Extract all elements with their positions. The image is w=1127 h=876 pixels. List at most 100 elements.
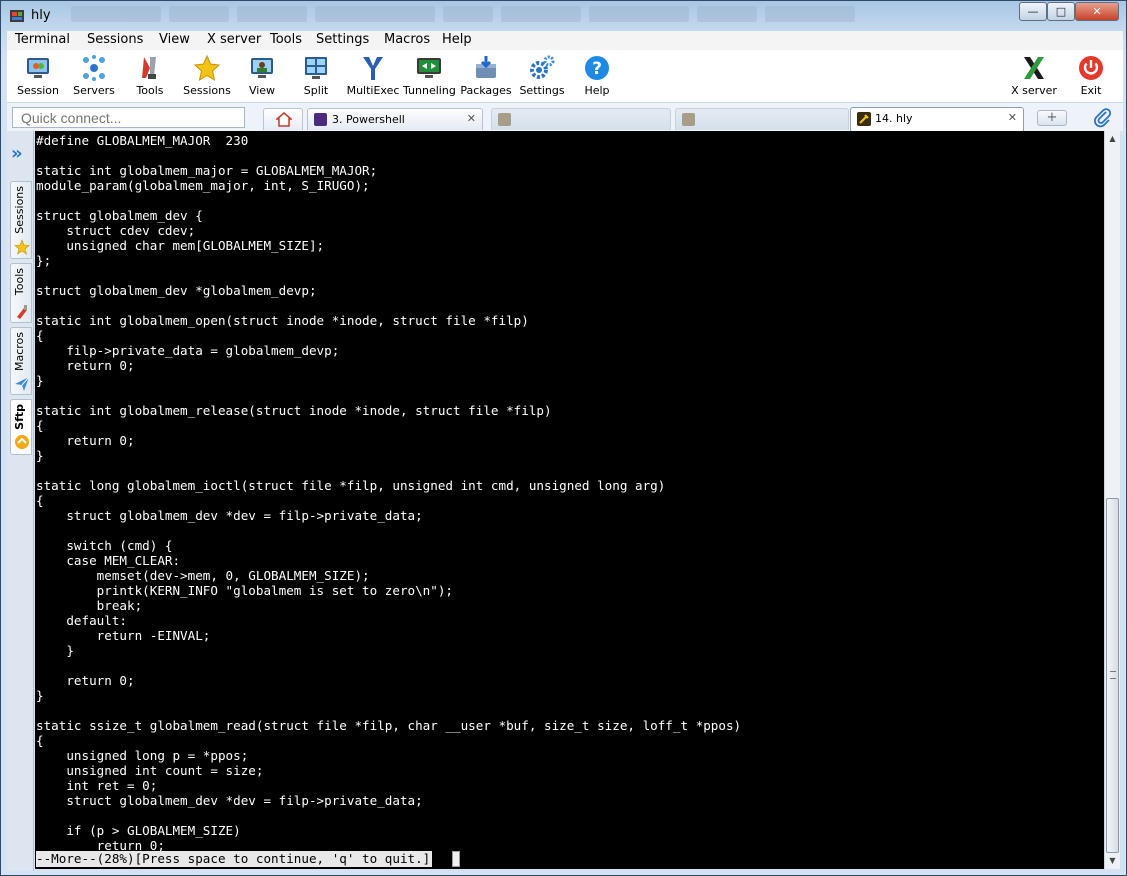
session-button[interactable]: Session <box>11 50 65 102</box>
terminal-icon <box>498 113 511 126</box>
servers-button[interactable]: Servers <box>67 50 121 102</box>
view-icon <box>251 58 273 78</box>
x-server-button[interactable]: X server <box>1009 50 1059 102</box>
gear-icon <box>530 55 555 79</box>
tools-icon <box>17 305 27 319</box>
multiexec-icon <box>363 57 383 80</box>
menu-terminal[interactable]: Terminal <box>15 32 70 47</box>
close-window-button[interactable]: ✕ <box>1075 2 1119 21</box>
exit-label: Exit <box>1080 84 1102 97</box>
x-server-icon <box>1024 57 1044 79</box>
tools-icon <box>142 57 156 79</box>
sessions-button[interactable]: Sessions <box>179 50 235 102</box>
window-title: hly <box>31 8 51 23</box>
scrollbar-grip <box>1110 671 1116 679</box>
view-button[interactable]: View <box>237 50 287 102</box>
home-tab[interactable] <box>263 108 303 130</box>
tab-hly[interactable]: 14. hly ✕ <box>850 107 1024 131</box>
taskbar-ghost-strip <box>71 6 971 26</box>
sidebar-tools-label: Tools <box>13 268 26 296</box>
exit-button[interactable]: Exit <box>1069 50 1113 102</box>
tab-blurred-2[interactable] <box>675 108 849 130</box>
terminal-icon <box>682 113 695 126</box>
wrench-icon <box>857 112 871 126</box>
session-label: Session <box>17 84 59 97</box>
servers-label: Servers <box>73 84 115 97</box>
title-bar[interactable]: hly — □ ✕ <box>1 1 1126 31</box>
split-label: Split <box>303 84 329 97</box>
split-icon <box>305 57 327 79</box>
packages-icon <box>476 56 496 78</box>
svg-text:?: ? <box>592 59 602 79</box>
view-label: View <box>248 84 276 97</box>
tab-powershell[interactable]: 3. Powershell ✕ <box>307 108 483 130</box>
minimize-button[interactable]: — <box>1019 2 1047 21</box>
sessions-label: Sessions <box>183 84 231 97</box>
expand-sidebar-icon[interactable]: » <box>11 143 23 164</box>
app-icon <box>10 10 24 22</box>
menu-settings[interactable]: Settings <box>316 32 369 47</box>
scroll-up-arrow[interactable]: ▲ <box>1105 131 1120 147</box>
multiexec-label: MultiExec <box>346 84 400 97</box>
tunneling-label: Tunneling <box>403 84 456 97</box>
menu-bar: Terminal Sessions View X server Tools Se… <box>7 31 1123 50</box>
power-icon <box>1079 56 1103 80</box>
terminal-cursor <box>452 851 460 867</box>
tunneling-icon <box>417 58 441 78</box>
tab-bar: 3. Powershell ✕ 14. hly ✕ + <box>7 102 1123 131</box>
menu-sessions[interactable]: Sessions <box>87 32 143 47</box>
help-icon: ? <box>585 56 609 80</box>
vertical-scrollbar[interactable]: ▲ ▼ <box>1104 131 1120 869</box>
menu-help[interactable]: Help <box>442 32 472 47</box>
side-panel: » Sessions Tools Macros Sftp <box>7 131 34 871</box>
tab-hly-close[interactable]: ✕ <box>1008 111 1017 124</box>
terminal-output: #define GLOBALMEM_MAJOR 230 static int g… <box>36 133 742 853</box>
terminal-area[interactable]: #define GLOBALMEM_MAJOR 230 static int g… <box>35 131 1104 869</box>
tab-blurred-1[interactable] <box>491 108 671 130</box>
pager-prompt: --More--(28%)[Press space to continue, '… <box>36 851 433 867</box>
star-icon <box>14 239 30 255</box>
maximize-button[interactable]: □ <box>1047 2 1075 21</box>
sidebar-tab-sessions[interactable]: Sessions <box>10 181 32 259</box>
sidebar-tab-macros[interactable]: Macros <box>10 327 32 395</box>
window-controls: — □ ✕ <box>1019 2 1119 22</box>
star-icon <box>193 54 221 82</box>
sidebar-sftp-label: Sftp <box>13 404 26 430</box>
sidebar-tab-tools[interactable]: Tools <box>10 263 32 323</box>
split-button[interactable]: Split <box>291 50 341 102</box>
new-tab-button[interactable]: + <box>1037 110 1067 126</box>
tools-button[interactable]: Tools <box>123 50 177 102</box>
tunneling-button[interactable]: Tunneling <box>403 50 456 102</box>
sftp-icon <box>15 435 29 449</box>
quick-connect-input[interactable] <box>12 107 245 128</box>
scroll-down-arrow[interactable]: ▼ <box>1105 853 1120 869</box>
toolbar: Session Servers Tools Sessions View Spli… <box>7 50 1123 102</box>
sidebar-sessions-label: Sessions <box>13 186 26 234</box>
home-icon <box>276 112 292 127</box>
multiexec-button[interactable]: MultiExec <box>345 50 401 102</box>
packages-button[interactable]: Packages <box>459 50 513 102</box>
servers-icon <box>83 55 105 81</box>
menu-view[interactable]: View <box>159 32 190 47</box>
tools-label: Tools <box>136 84 164 97</box>
settings-button[interactable]: Settings <box>515 50 569 102</box>
main-window: hly — □ ✕ Terminal Sessions View X serve… <box>0 0 1127 876</box>
session-icon <box>27 58 49 78</box>
menu-macros[interactable]: Macros <box>384 32 430 47</box>
sidebar-tab-sftp[interactable]: Sftp <box>10 399 32 455</box>
menu-tools[interactable]: Tools <box>270 32 302 47</box>
tab-powershell-close[interactable]: ✕ <box>467 112 476 125</box>
sidebar-macros-label: Macros <box>13 332 26 372</box>
settings-label: Settings <box>519 84 565 97</box>
powershell-icon <box>314 113 327 126</box>
help-button[interactable]: ? Help <box>573 50 621 102</box>
tab-hly-label: 14. hly <box>875 112 913 125</box>
menu-x-server[interactable]: X server <box>207 32 261 47</box>
tab-powershell-label: 3. Powershell <box>332 113 405 126</box>
scrollbar-thumb[interactable] <box>1106 498 1119 853</box>
paperclip-icon[interactable] <box>1093 108 1113 128</box>
macros-icon <box>15 376 30 391</box>
help-label: Help <box>584 84 610 97</box>
packages-label: Packages <box>460 84 512 97</box>
x-server-label: X server <box>1011 84 1057 97</box>
